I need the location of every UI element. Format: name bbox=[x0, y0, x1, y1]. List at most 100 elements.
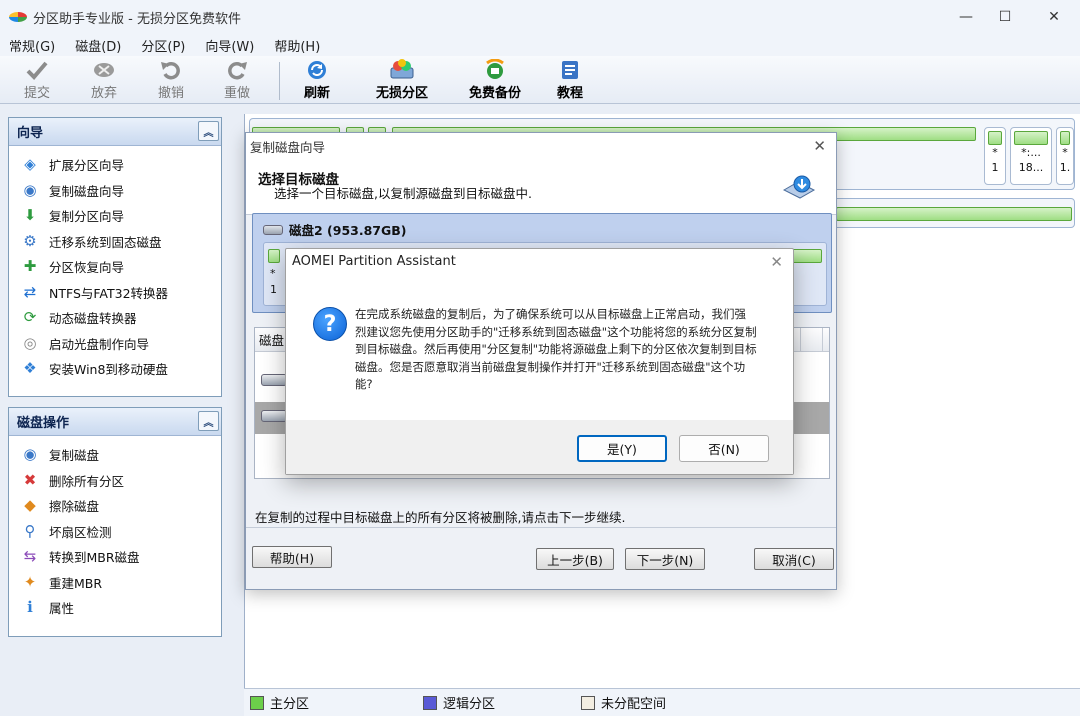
disk-operations-list: ◉ 复制磁盘 ✖ 删除所有分区 ◆ 擦除磁盘 ⚲ 坏扇区检测 ⇆ 转换到MBR磁盘 ✦ 重建… bbox=[9, 436, 221, 621]
wizard-step-description: 选择一个目标磁盘,以复制源磁盘到目标磁盘中. bbox=[274, 186, 532, 201]
backup-icon bbox=[482, 59, 508, 81]
undo-icon bbox=[158, 59, 184, 81]
copy-disk-icon: ◉ bbox=[23, 180, 37, 199]
back-button[interactable]: 上一步(B) bbox=[536, 548, 614, 570]
discard-icon bbox=[91, 59, 117, 81]
disk-op-properties[interactable]: ℹ 属性 bbox=[9, 595, 221, 621]
disk-operations-panel: 磁盘操作 ︽ ◉ 复制磁盘 ✖ 删除所有分区 ◆ 擦除磁盘 ⚲ 坏扇区检测 ⇆ 转换到MB… bbox=[8, 407, 222, 637]
help-button[interactable]: 帮助(H) bbox=[252, 546, 332, 568]
tutorial-button[interactable]: 教程 bbox=[557, 59, 583, 101]
disk-op-delete-partitions[interactable]: ✖ 删除所有分区 bbox=[9, 468, 221, 494]
next-button[interactable]: 下一步(N) bbox=[625, 548, 705, 570]
column-header[interactable] bbox=[801, 328, 823, 351]
wizard-warning-note: 在复制的过程中目标磁盘上的所有分区将被删除,请点击下一步继续. bbox=[255, 510, 626, 525]
disk-op-copy-disk[interactable]: ◉ 复制磁盘 bbox=[9, 442, 221, 468]
commit-button[interactable]: 提交 bbox=[24, 59, 50, 101]
rebuild-mbr-icon: ✦ bbox=[23, 572, 37, 591]
menu-partition[interactable]: 分区(P) bbox=[141, 36, 185, 55]
copy-disk-icon: ◉ bbox=[23, 445, 37, 464]
dynamic-disk-icon: ⟳ bbox=[23, 308, 37, 327]
wizard-item-extend-partition[interactable]: ◈ 扩展分区向导 bbox=[9, 152, 221, 178]
menu-wizard[interactable]: 向导(W) bbox=[205, 36, 254, 55]
checkmark-icon bbox=[24, 59, 50, 81]
legend-swatch-unallocated bbox=[581, 695, 596, 710]
partition-bar bbox=[268, 249, 280, 263]
hard-drive-icon bbox=[263, 224, 283, 235]
partition-block[interactable]: * 1. bbox=[1056, 127, 1074, 185]
bad-sector-icon: ⚲ bbox=[24, 521, 36, 540]
wizard-title: 复制磁盘向导 bbox=[250, 139, 326, 155]
redo-icon bbox=[224, 59, 250, 81]
discard-button[interactable]: 放弃 bbox=[91, 59, 117, 101]
toolbar-separator bbox=[279, 62, 280, 100]
window-title: 分区助手专业版 - 无损分区免费软件 bbox=[33, 11, 241, 27]
wizard-item-partition-recovery[interactable]: ✚ 分区恢复向导 bbox=[9, 254, 221, 280]
wizard-item-copy-disk[interactable]: ◉ 复制磁盘向导 bbox=[9, 178, 221, 204]
question-icon: ? bbox=[313, 307, 347, 341]
legend-swatch-logical bbox=[423, 695, 438, 710]
yes-button[interactable]: 是(Y) bbox=[577, 435, 667, 462]
extend-partition-icon: ◈ bbox=[24, 155, 36, 174]
wizard-title-bar: 复制磁盘向导 ✕ bbox=[246, 133, 836, 159]
menu-bar: 常规(G) 磁盘(D) 分区(P) 向导(W) 帮助(H) bbox=[0, 34, 1080, 56]
disk-download-icon bbox=[782, 174, 816, 202]
partition-block[interactable]: * 1 bbox=[984, 127, 1006, 185]
delete-partitions-icon: ✖ bbox=[23, 470, 37, 489]
disk-operations-collapse-button[interactable]: ︽ bbox=[198, 411, 219, 431]
title-bar: 分区助手专业版 - 无损分区免费软件 — ☐ ✕ bbox=[0, 0, 1080, 34]
wizard-item-win8-usb[interactable]: ❖ 安装Win8到移动硬盘 bbox=[9, 356, 221, 382]
wizard-item-copy-partition[interactable]: ⬇ 复制分区向导 bbox=[9, 203, 221, 229]
menu-general[interactable]: 常规(G) bbox=[9, 36, 55, 55]
menu-help[interactable]: 帮助(H) bbox=[274, 36, 320, 55]
wizard-item-boot-cd[interactable]: ◎ 启动光盘制作向导 bbox=[9, 331, 221, 357]
maximize-button[interactable]: ☐ bbox=[982, 0, 1028, 34]
wizard-item-ntfs-fat32[interactable]: ⇄ NTFS与FAT32转换器 bbox=[9, 280, 221, 306]
confirm-message-box: AOMEI Partition Assistant ✕ ? 在完成系统磁盘的复制… bbox=[285, 248, 794, 475]
wizard-item-migrate-ssd[interactable]: ⚙ 迁移系统到固态磁盘 bbox=[9, 229, 221, 255]
wizard-panel: 向导 ︽ ◈ 扩展分区向导 ◉ 复制磁盘向导 ⬇ 复制分区向导 ⚙ 迁移系统到固态磁盘 … bbox=[8, 117, 222, 397]
legend-status-bar: 主分区 逻辑分区 未分配空间 bbox=[244, 688, 1080, 716]
refresh-button[interactable]: 刷新 bbox=[304, 59, 330, 101]
partition-recovery-icon: ✚ bbox=[23, 257, 37, 276]
copy-partition-icon: ⬇ bbox=[23, 206, 37, 225]
no-button[interactable]: 否(N) bbox=[679, 435, 769, 462]
wizard-close-button[interactable]: ✕ bbox=[813, 137, 826, 155]
disk-op-rebuild-mbr[interactable]: ✦ 重建MBR bbox=[9, 570, 221, 596]
hard-drive-icon bbox=[261, 374, 287, 386]
disk-op-wipe-disk[interactable]: ◆ 擦除磁盘 bbox=[9, 493, 221, 519]
wizard-panel-collapse-button[interactable]: ︽ bbox=[198, 121, 219, 141]
message-box-footer: 是(Y) 否(N) bbox=[286, 420, 793, 474]
legend-logical: 逻辑分区 bbox=[423, 693, 495, 712]
legend-unallocated: 未分配空间 bbox=[581, 693, 666, 712]
cancel-button[interactable]: 取消(C) bbox=[754, 548, 834, 570]
tutorial-icon bbox=[557, 59, 583, 81]
partition-block[interactable]: *:... 18... bbox=[1010, 127, 1052, 185]
menu-disk[interactable]: 磁盘(D) bbox=[75, 36, 121, 55]
close-window-button[interactable]: ✕ bbox=[1031, 0, 1077, 34]
boot-cd-icon: ◎ bbox=[23, 333, 37, 352]
partition-bar[interactable] bbox=[836, 207, 1072, 221]
free-backup-button[interactable]: 免费备份 bbox=[469, 59, 521, 101]
wizard-item-dynamic-disk[interactable]: ⟳ 动态磁盘转换器 bbox=[9, 305, 221, 331]
disk-op-bad-sector[interactable]: ⚲ 坏扇区检测 bbox=[9, 519, 221, 545]
message-box-text: 在完成系统磁盘的复制后，为了确保系统可以从目标磁盘上正常启动，我们强烈建议您先使… bbox=[355, 307, 757, 391]
wizard-item-list: ◈ 扩展分区向导 ◉ 复制磁盘向导 ⬇ 复制分区向导 ⚙ 迁移系统到固态磁盘 ✚ 分区恢复… bbox=[9, 146, 221, 382]
wizard-panel-header: 向导 ︽ bbox=[9, 118, 221, 146]
properties-icon: ℹ bbox=[27, 598, 33, 617]
target-disk-label: 磁盘2 (953.87GB) bbox=[289, 223, 407, 238]
message-box-title: AOMEI Partition Assistant bbox=[292, 254, 456, 269]
migrate-ssd-icon: ⚙ bbox=[23, 231, 37, 250]
disk-op-convert-mbr[interactable]: ⇆ 转换到MBR磁盘 bbox=[9, 544, 221, 570]
wizard-header: 选择目标磁盘 选择一个目标磁盘,以复制源磁盘到目标磁盘中. bbox=[246, 159, 836, 215]
undo-button[interactable]: 撤销 bbox=[158, 59, 184, 101]
legend-swatch-primary bbox=[250, 695, 264, 710]
ntfs-fat32-icon: ⇄ bbox=[23, 282, 37, 301]
lossless-partition-button[interactable]: 无损分区 bbox=[376, 59, 428, 101]
hard-drive-icon bbox=[261, 410, 287, 422]
column-disk[interactable]: 磁盘 bbox=[255, 328, 289, 351]
partition-tool-icon bbox=[389, 59, 415, 81]
redo-button[interactable]: 重做 bbox=[224, 59, 250, 101]
wizard-panel-title: 向导 bbox=[17, 126, 44, 141]
message-box-close-button[interactable]: ✕ bbox=[770, 253, 783, 271]
refresh-icon bbox=[304, 59, 330, 81]
